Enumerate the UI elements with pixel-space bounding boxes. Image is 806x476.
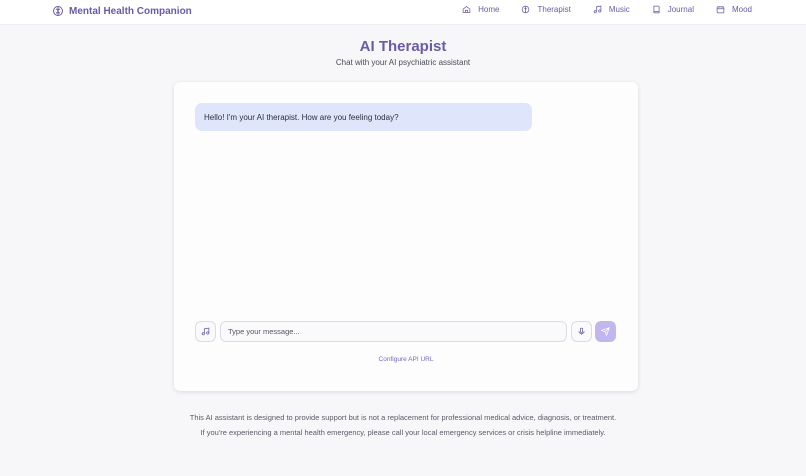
microphone-icon bbox=[578, 327, 585, 335]
send-button[interactable] bbox=[595, 321, 616, 342]
music-icon bbox=[593, 5, 602, 14]
page-title: AI Therapist bbox=[359, 38, 447, 55]
brain-icon bbox=[522, 5, 530, 14]
navbar: Mental Health Companion Home Therapist M… bbox=[0, 0, 806, 25]
nav-therapist-label: Therapist bbox=[537, 5, 571, 14]
disclaimer-line-2: If you're experiencing a mental health e… bbox=[200, 428, 606, 437]
home-icon bbox=[462, 6, 471, 13]
page-subtitle: Chat with your AI psychiatric assistant bbox=[335, 58, 471, 67]
nav-music-label: Music bbox=[608, 5, 630, 14]
book-icon bbox=[653, 5, 660, 14]
assistant-message: Hello! I'm your AI therapist. How are yo… bbox=[195, 103, 532, 131]
nav-music[interactable]: Music bbox=[593, 5, 630, 14]
nav-journal[interactable]: Journal bbox=[652, 5, 694, 14]
brand-title: Mental Health Companion bbox=[69, 5, 192, 17]
music-button[interactable] bbox=[195, 321, 216, 342]
nav-journal-label: Journal bbox=[667, 5, 694, 14]
nav-home-label: Home bbox=[478, 5, 500, 14]
music-icon bbox=[201, 327, 210, 336]
brand-logo[interactable]: Mental Health Companion bbox=[52, 5, 192, 17]
nav-mood-label: Mood bbox=[731, 5, 752, 14]
mic-button[interactable] bbox=[571, 321, 592, 342]
brain-icon bbox=[53, 6, 63, 16]
nav-home[interactable]: Home bbox=[462, 5, 499, 14]
disclaimer-line-1: This AI assistant is designed to provide… bbox=[189, 413, 617, 422]
chat-card: Hello! I'm your AI therapist. How are yo… bbox=[174, 82, 638, 391]
message-text: Hello! I'm your AI therapist. How are yo… bbox=[204, 112, 399, 122]
message-input[interactable] bbox=[220, 321, 567, 342]
nav-therapist[interactable]: Therapist bbox=[521, 5, 571, 14]
calendar-icon bbox=[716, 6, 725, 14]
send-icon bbox=[601, 327, 610, 336]
configure-api-link[interactable]: Configure API URL bbox=[174, 356, 638, 363]
nav-links: Home Therapist Music Journal Mood bbox=[462, 5, 752, 14]
nav-mood[interactable]: Mood bbox=[716, 5, 752, 14]
